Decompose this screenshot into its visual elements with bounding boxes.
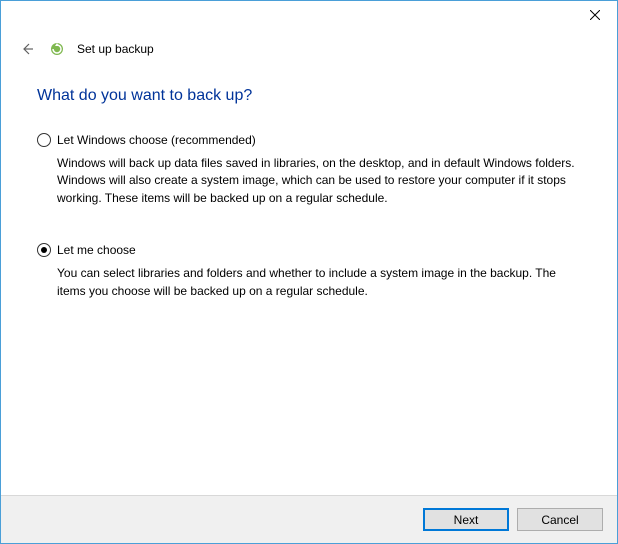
option-windows-choose: Let Windows choose (recommended) Windows… <box>37 133 581 207</box>
radio-label: Let me choose <box>57 243 136 257</box>
content-area: What do you want to back up? Let Windows… <box>1 59 617 495</box>
radio-label: Let Windows choose (recommended) <box>57 133 256 147</box>
page-heading: What do you want to back up? <box>37 87 581 105</box>
radio-icon <box>37 133 51 147</box>
titlebar <box>1 1 617 31</box>
close-icon <box>590 10 600 20</box>
option-description: You can select libraries and folders and… <box>37 265 577 300</box>
radio-let-me-choose[interactable]: Let me choose <box>37 243 581 257</box>
option-let-me-choose: Let me choose You can select libraries a… <box>37 243 581 300</box>
radio-windows-choose[interactable]: Let Windows choose (recommended) <box>37 133 581 147</box>
close-button[interactable] <box>572 1 617 29</box>
header-title: Set up backup <box>77 42 154 56</box>
next-button[interactable]: Next <box>423 508 509 531</box>
header: Set up backup <box>1 31 617 59</box>
back-arrow-icon <box>19 41 35 57</box>
cancel-button[interactable]: Cancel <box>517 508 603 531</box>
footer: Next Cancel <box>1 495 617 543</box>
radio-icon <box>37 243 51 257</box>
option-description: Windows will back up data files saved in… <box>37 155 577 207</box>
backup-icon <box>49 41 65 57</box>
back-button[interactable] <box>17 39 37 59</box>
wizard-window: Set up backup What do you want to back u… <box>0 0 618 544</box>
